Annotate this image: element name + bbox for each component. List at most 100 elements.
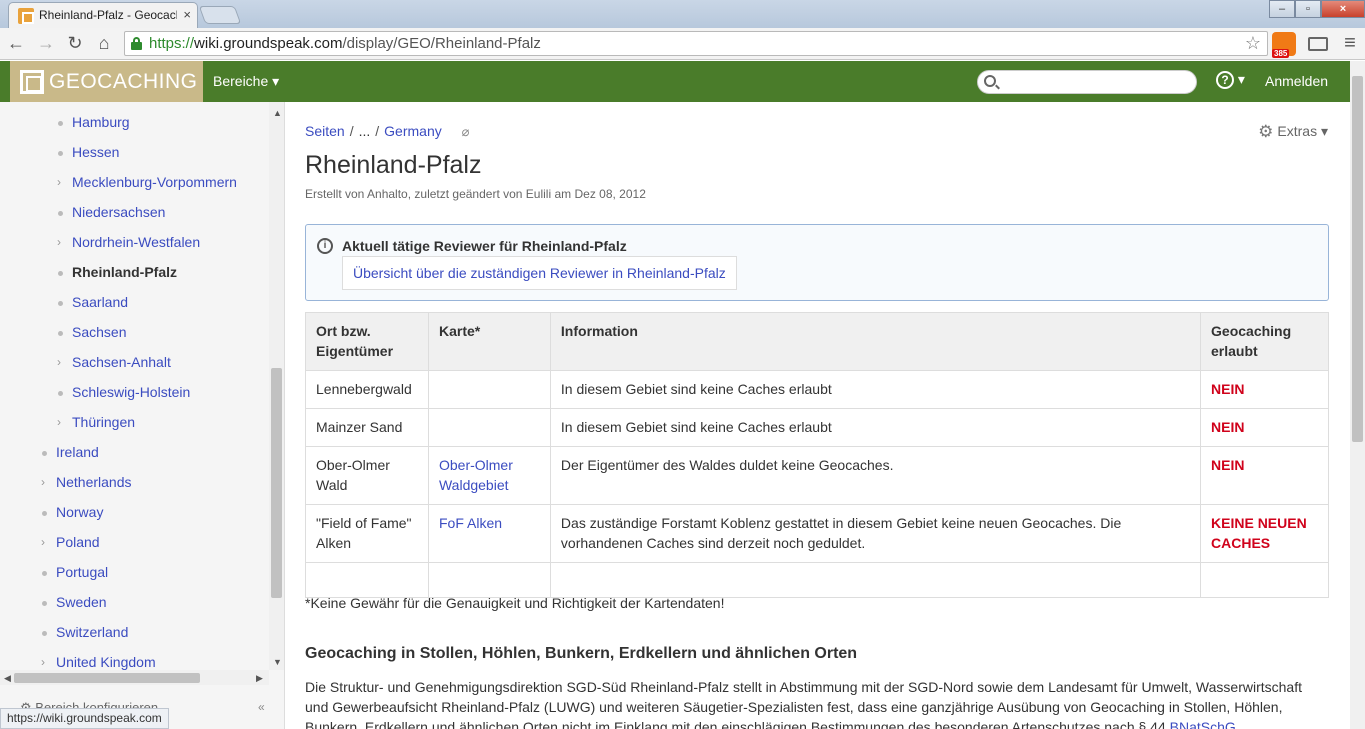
browser-tab[interactable]: Rheinland-Pfalz - Geocach × bbox=[8, 2, 198, 28]
sidebar-item[interactable]: Mecklenburg-Vorpommern bbox=[72, 174, 237, 190]
chevron-right-icon[interactable]: › bbox=[41, 475, 45, 489]
sidebar-item[interactable]: Ireland bbox=[56, 444, 99, 460]
chevron-right-icon[interactable]: › bbox=[41, 535, 45, 549]
sidebar-item[interactable]: Switzerland bbox=[56, 624, 128, 640]
reviewer-overview-link[interactable]: Übersicht über die zuständigen Reviewer … bbox=[342, 256, 737, 290]
table-cell: In diesem Gebiet sind keine Caches erlau… bbox=[549, 370, 1202, 409]
allowed-status: NEIN bbox=[1200, 370, 1329, 409]
paragraph-text: Die Struktur- und Genehmigungsdirektion … bbox=[305, 679, 1302, 729]
back-arrow-icon[interactable]: ← bbox=[4, 31, 28, 55]
browser-toolbar: ← → ↻ ⌂ https://wiki.groundspeak.com/dis… bbox=[0, 28, 1365, 60]
maximize-button[interactable]: ▫ bbox=[1295, 0, 1321, 18]
sidebar-item[interactable]: Poland bbox=[56, 534, 100, 550]
allowed-status: KEINE NEUEN CACHES bbox=[1200, 504, 1329, 563]
new-tab-button[interactable] bbox=[198, 6, 242, 24]
bullet-icon bbox=[58, 271, 63, 276]
bullet-icon bbox=[58, 331, 63, 336]
breadcrumb-root[interactable]: Seiten bbox=[305, 123, 345, 139]
site-header: GEOCACHING Bereiche ▾ ? ▾ Anmelden bbox=[0, 61, 1350, 102]
geocaching-logo-icon bbox=[20, 70, 44, 94]
sidebar-item[interactable]: Rheinland-Pfalz bbox=[72, 264, 177, 280]
column-header: Geocaching erlaubt bbox=[1200, 312, 1329, 371]
table-cell: Das zuständige Forstamt Koblenz gestatte… bbox=[549, 504, 1202, 563]
close-tab-icon[interactable]: × bbox=[183, 7, 191, 22]
sidebar-item[interactable]: United Kingdom bbox=[56, 654, 156, 670]
breadcrumb-parent[interactable]: Germany bbox=[384, 123, 442, 139]
extras-label: Extras ▾ bbox=[1277, 123, 1328, 139]
scroll-right-icon[interactable]: ▶ bbox=[256, 673, 263, 684]
map-link[interactable]: FoF Alken bbox=[427, 504, 551, 563]
sidebar-item[interactable]: Schleswig-Holstein bbox=[72, 384, 190, 400]
bullet-icon bbox=[58, 301, 63, 306]
gear-icon: ⚙ bbox=[1258, 122, 1274, 141]
close-window-button[interactable]: × bbox=[1321, 0, 1365, 18]
table-cell: "Field of Fame" Alken bbox=[305, 504, 429, 563]
page-byline: Erstellt von Anhalto, zuletzt geändert v… bbox=[305, 187, 646, 201]
login-link[interactable]: Anmelden bbox=[1265, 73, 1328, 89]
table-cell bbox=[305, 562, 429, 598]
geocaching-favicon-icon bbox=[18, 8, 34, 24]
collapse-sidebar-icon[interactable]: « bbox=[258, 700, 265, 714]
main-content: Seiten /... / Germany ⌀ ⚙ Extras ▾ Rheinland… bbox=[286, 102, 1350, 729]
bullet-icon bbox=[42, 571, 47, 576]
scroll-down-icon[interactable]: ▼ bbox=[273, 657, 282, 667]
chevron-right-icon[interactable]: › bbox=[57, 175, 61, 189]
scroll-up-icon[interactable]: ▲ bbox=[273, 108, 282, 118]
bullet-icon bbox=[58, 121, 63, 126]
sidebar-item[interactable]: Nordrhein-Westfalen bbox=[72, 234, 200, 250]
map-link[interactable]: Ober-Olmer Waldgebiet bbox=[427, 446, 551, 505]
table-row bbox=[305, 562, 1329, 598]
sidebar-item[interactable]: Hamburg bbox=[72, 114, 130, 130]
help-dropdown-caret: ▾ bbox=[1237, 71, 1245, 87]
table-footnote: *Keine Gewähr für die Genauigkeit und Ri… bbox=[305, 595, 725, 611]
table-cell bbox=[427, 370, 551, 409]
breadcrumb: Seiten /... / Germany ⌀ bbox=[305, 123, 470, 140]
sidebar-item[interactable]: Netherlands bbox=[56, 474, 132, 490]
section-paragraph: Die Struktur- und Genehmigungsdirektion … bbox=[305, 677, 1329, 729]
scroll-left-icon[interactable]: ◀ bbox=[4, 673, 11, 684]
sidebar-item[interactable]: Thüringen bbox=[72, 414, 135, 430]
chevron-right-icon[interactable]: › bbox=[57, 355, 61, 369]
help-menu-button[interactable]: ? ▾ bbox=[1216, 71, 1245, 89]
sidebar-item[interactable]: Norway bbox=[56, 504, 103, 520]
spaces-menu-button[interactable]: Bereiche ▾ bbox=[213, 73, 279, 90]
bookmark-star-icon[interactable]: ☆ bbox=[1245, 33, 1261, 54]
table-cell bbox=[427, 562, 551, 598]
sidebar-item[interactable]: Portugal bbox=[56, 564, 108, 580]
rss-extension-icon[interactable]: 385 bbox=[1272, 32, 1296, 58]
breadcrumb-ellipsis[interactable]: ... bbox=[359, 123, 371, 139]
page-scrollbar-thumb[interactable] bbox=[1352, 76, 1363, 442]
url-text: https://wiki.groundspeak.com/display/GEO… bbox=[149, 35, 541, 52]
column-header: Information bbox=[549, 312, 1202, 371]
sidebar-hscrollbar-thumb[interactable] bbox=[14, 673, 200, 683]
attachment-icon[interactable]: ⌀ bbox=[462, 124, 470, 140]
sidebar-scrollbar-thumb[interactable] bbox=[271, 368, 282, 598]
table-body: Lennebergwald In diesem Gebiet sind keine… bbox=[305, 370, 1329, 598]
section-heading: Geocaching in Stollen, Höhlen, Bunkern, … bbox=[305, 645, 858, 662]
chevron-right-icon[interactable]: › bbox=[57, 415, 61, 429]
extras-menu-button[interactable]: ⚙ Extras ▾ bbox=[1258, 122, 1328, 142]
chevron-right-icon[interactable]: › bbox=[57, 235, 61, 249]
browser-menu-icon[interactable]: ≡ bbox=[1338, 32, 1362, 56]
sidebar-item[interactable]: Sweden bbox=[56, 594, 107, 610]
address-bar[interactable]: https://wiki.groundspeak.com/display/GEO… bbox=[124, 31, 1268, 56]
cast-icon[interactable] bbox=[1306, 32, 1330, 56]
sidebar-item[interactable]: Sachsen-Anhalt bbox=[72, 354, 171, 370]
sidebar-item[interactable]: Saarland bbox=[72, 294, 128, 310]
home-icon[interactable]: ⌂ bbox=[92, 31, 116, 55]
allowed-status: NEIN bbox=[1200, 446, 1329, 505]
bnatschg-link[interactable]: BNatSchG bbox=[1170, 719, 1236, 729]
page-title: Rheinland-Pfalz bbox=[305, 151, 482, 179]
forward-arrow-icon[interactable]: → bbox=[34, 31, 58, 55]
sidebar-item[interactable]: Sachsen bbox=[72, 324, 126, 340]
bullet-icon bbox=[58, 391, 63, 396]
geocaching-logo[interactable]: GEOCACHING bbox=[10, 61, 203, 102]
sidebar-item[interactable]: Hessen bbox=[72, 144, 119, 160]
chevron-right-icon[interactable]: › bbox=[41, 655, 45, 669]
table-header-row: Ort bzw. Eigentümer Karte* Information Geoc… bbox=[305, 312, 1329, 371]
minimize-button[interactable]: – bbox=[1269, 0, 1295, 18]
search-input[interactable] bbox=[977, 70, 1197, 94]
reload-icon[interactable]: ↻ bbox=[63, 31, 87, 55]
sidebar-item[interactable]: Niedersachsen bbox=[72, 204, 165, 220]
window-controls: – ▫ × bbox=[1269, 0, 1365, 20]
